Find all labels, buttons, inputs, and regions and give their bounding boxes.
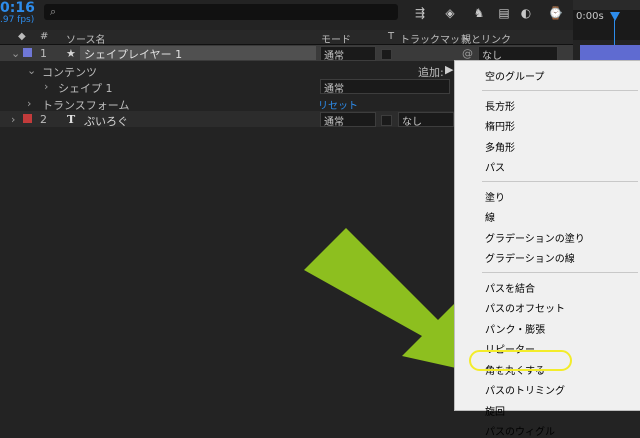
layer-name: ぷいろぐ	[84, 115, 128, 128]
menu-item[interactable]: パスのトリミング	[485, 382, 565, 397]
layer-index: 2	[40, 113, 47, 126]
shape-mode-value: 通常	[324, 84, 344, 95]
chevron-down-icon[interactable]: ⌄	[27, 64, 36, 77]
frame-blending-icon[interactable]: ▤	[497, 6, 511, 20]
mode-value: 通常	[324, 117, 344, 128]
mode-column[interactable]: モード	[321, 31, 351, 46]
parent-select[interactable]: なし	[478, 46, 558, 62]
star-icon: ★	[66, 47, 76, 60]
motion-blur-icon[interactable]: ◐	[519, 6, 533, 20]
shape-label: シェイプ 1	[58, 82, 113, 95]
parent-value: なし	[402, 117, 422, 128]
menu-item[interactable]: 線	[485, 209, 495, 224]
shape-mode-select[interactable]: 通常	[320, 79, 450, 95]
reset-link[interactable]: リセット	[318, 97, 358, 112]
graph-editor-icon[interactable]: ⌚	[548, 6, 563, 20]
label-color-swatch[interactable]	[23, 114, 32, 123]
menu-item[interactable]: 旋回	[485, 403, 505, 418]
pointer-arrow-icon	[304, 228, 474, 372]
current-time-indicator[interactable]	[610, 12, 620, 21]
chevron-down-icon[interactable]: ⌄	[11, 47, 20, 60]
mode-select[interactable]: 通常	[320, 112, 376, 128]
draft-3d-icon[interactable]: ◈	[443, 6, 457, 20]
source-name-column[interactable]: ソース名	[66, 31, 106, 46]
layer-name: シェイプレイヤー 1	[84, 48, 183, 61]
t-column: T	[388, 31, 395, 42]
layer-name-field[interactable]: シェイプレイヤー 1	[80, 46, 316, 61]
menu-item[interactable]: 多角形	[485, 139, 515, 154]
mode-value: 通常	[324, 51, 344, 62]
ruler-label: 0:00s	[576, 11, 604, 22]
menu-item[interactable]: グラデーションの線	[485, 250, 575, 265]
pickwhip-icon[interactable]: @	[462, 47, 473, 60]
layer-column-header: ◆ # ソース名 モード T トラックマット 親とリンク	[0, 30, 573, 46]
menu-item[interactable]: パス	[485, 159, 505, 174]
layer-index: 1	[40, 47, 47, 60]
mode-select[interactable]: 通常	[320, 46, 376, 62]
composition-flowchart-icon[interactable]: ⇶	[413, 6, 427, 20]
highlight-circle	[469, 350, 572, 371]
layer-duration-bar[interactable]	[580, 45, 640, 61]
track-matte-column[interactable]: トラックマット	[400, 31, 470, 46]
number-column: #	[40, 31, 49, 42]
menu-item[interactable]: グラデーションの塗り	[485, 230, 585, 245]
chevron-right-icon[interactable]: ›	[11, 113, 15, 126]
menu-item[interactable]: パスのオフセット	[485, 300, 565, 315]
label-color-swatch[interactable]	[23, 48, 32, 57]
current-time[interactable]: 0:16	[0, 0, 35, 16]
label-tag-icon: ◆	[18, 31, 26, 42]
menu-separator	[482, 180, 638, 182]
menu-item[interactable]: 楕円形	[485, 118, 515, 133]
menu-item[interactable]: 長方形	[485, 98, 515, 113]
add-menu-icon[interactable]: ▶	[445, 63, 453, 76]
menu-item[interactable]: パンク・膨張	[485, 321, 545, 336]
menu-item[interactable]: 塗り	[485, 189, 505, 204]
menu-separator	[482, 271, 638, 273]
shy-layers-icon[interactable]: ♞	[472, 6, 486, 20]
menu-item[interactable]: パスのウィグル	[485, 423, 555, 438]
chevron-right-icon[interactable]: ›	[27, 97, 31, 110]
chevron-right-icon[interactable]: ›	[44, 80, 48, 93]
parent-select[interactable]: なし	[398, 112, 454, 128]
track-matte-toggle[interactable]	[381, 115, 392, 126]
layer-row[interactable]: ⌄ 1 ★ シェイプレイヤー 1 通常 @ なし	[0, 45, 573, 62]
text-layer-icon: T	[67, 113, 76, 126]
menu-item[interactable]: パスを結合	[485, 280, 535, 295]
parent-link-column[interactable]: 親とリンク	[461, 31, 511, 46]
fps-readout: .97 fps)	[0, 15, 35, 25]
menu-item[interactable]: 空のグループ	[485, 68, 544, 83]
search-icon: ⌕	[50, 5, 57, 18]
track-matte-toggle[interactable]	[381, 49, 392, 60]
work-area-bar[interactable]	[573, 0, 640, 10]
search-input[interactable]: ⌕	[44, 4, 398, 20]
menu-separator	[482, 89, 638, 91]
